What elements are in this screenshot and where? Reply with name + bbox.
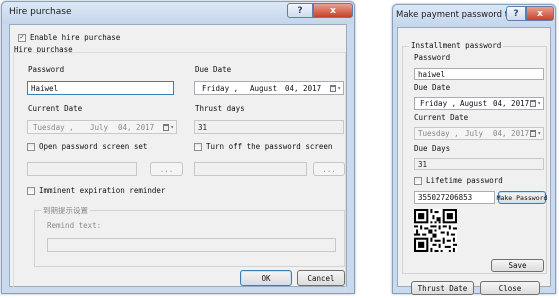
- enable-hire-purchase-label: Enable hire purchase: [30, 33, 121, 42]
- open-password-browse-button: ...: [150, 162, 183, 176]
- save-button[interactable]: Save: [491, 259, 544, 272]
- enable-hire-purchase-checkbox[interactable]: ✓ Enable hire purchase: [18, 33, 120, 42]
- thrust-date-button[interactable]: Thrust Date: [411, 281, 474, 295]
- calendar-icon: [163, 123, 170, 131]
- password-value: Haiwel: [31, 83, 59, 93]
- open-password-screen-label: Open password screen set: [39, 142, 148, 151]
- thrust-days-value: 31: [198, 122, 208, 132]
- due-date-date: 04, 2017: [493, 99, 530, 108]
- checkmark-icon: ✓: [18, 33, 26, 42]
- window-title: Hire purchase: [9, 7, 72, 17]
- thrust-days-label: Thrust days: [195, 104, 245, 113]
- due-date-date: 04, 2017: [285, 83, 322, 93]
- imminent-expiration-checkbox[interactable]: Imminent expiration reminder: [27, 186, 165, 195]
- dialog-client: Installment password Password haiwel Due…: [397, 27, 551, 295]
- due-date-picker[interactable]: Friday , August 04, 2017 ▾: [194, 81, 344, 95]
- current-date-label: Current Date: [28, 104, 83, 113]
- thrust-days-field: 31: [194, 120, 344, 134]
- open-password-path-input: [27, 162, 137, 176]
- current-date-day: Tuesday ,: [33, 122, 74, 132]
- window-title: Make payment password tool: [396, 10, 521, 20]
- due-date-label: Due Date: [414, 83, 451, 92]
- due-days-value: 31: [418, 159, 428, 169]
- calendar-icon: [530, 130, 537, 137]
- due-days-field: 31: [414, 158, 544, 170]
- due-date-day: Friday ,: [420, 99, 457, 108]
- due-date-picker[interactable]: Friday , August 04, 2017 ▾: [414, 97, 544, 110]
- title-bar[interactable]: Make payment password tool ? x: [393, 5, 555, 27]
- close-dialog-button[interactable]: Close: [480, 281, 540, 295]
- current-date-day: Tuesday ,: [418, 129, 459, 138]
- due-date-day: Friday ,: [202, 83, 239, 93]
- cancel-button[interactable]: Cancel: [297, 270, 345, 286]
- password-label: Password: [414, 53, 451, 62]
- calendar-icon: [530, 100, 537, 107]
- due-days-label: Due Days: [414, 144, 451, 153]
- remind-text-label: Remind text:: [47, 221, 102, 230]
- due-date-month: August: [250, 83, 278, 93]
- close-button[interactable]: x: [526, 6, 554, 21]
- imminent-expiration-label: Imminent expiration reminder: [39, 186, 166, 195]
- password-input[interactable]: haiwel: [414, 68, 544, 80]
- calendar-icon: [330, 84, 337, 92]
- password-input[interactable]: Haiwel: [27, 81, 174, 95]
- current-date-label: Current Date: [414, 113, 469, 122]
- turn-off-password-browse-button: ...: [313, 162, 345, 176]
- lifetime-password-checkbox[interactable]: Lifetime password: [414, 176, 503, 185]
- dialog-client: ✓ Enable hire purchase Hire purchase Pas…: [9, 24, 347, 290]
- password-tool-window: Make payment password tool ? x Installme…: [392, 4, 556, 295]
- close-icon: x: [330, 5, 336, 16]
- generated-password-field[interactable]: 355027206853: [414, 191, 495, 204]
- due-date-month: August: [460, 99, 488, 108]
- calendar-dropdown-icon[interactable]: ▾: [330, 84, 341, 92]
- remind-text-input: [47, 238, 336, 252]
- open-password-screen-checkbox[interactable]: Open password screen set: [27, 142, 147, 151]
- current-date-picker: Tuesday , July 04, 2017 ▾: [27, 120, 177, 134]
- due-date-label: Due Date: [195, 65, 232, 74]
- reminder-settings-title: 到期提示设置: [41, 205, 90, 216]
- hire-purchase-window: Hire purchase ? x ✓ Enable hire purchase…: [1, 1, 355, 294]
- title-bar[interactable]: Hire purchase ? x: [2, 2, 354, 24]
- turn-off-password-screen-checkbox[interactable]: Turn off the password screen: [194, 142, 332, 151]
- help-icon: ?: [513, 8, 519, 19]
- close-icon: x: [537, 8, 543, 19]
- help-button[interactable]: ?: [287, 3, 313, 18]
- password-value: haiwel: [418, 69, 446, 79]
- generated-password-value: 355027206853: [418, 193, 473, 202]
- help-icon: ?: [297, 5, 303, 16]
- calendar-dropdown-icon[interactable]: ▾: [530, 100, 541, 107]
- make-password-button[interactable]: Make Password: [497, 191, 547, 204]
- installment-password-title: Installment password: [409, 41, 504, 50]
- current-date-picker: Tuesday , July 04, 2017 ▾: [414, 127, 544, 140]
- turn-off-password-screen-label: Turn off the password screen: [206, 142, 333, 151]
- current-date-date: 04, 2017: [493, 129, 530, 138]
- qr-code: [414, 209, 457, 252]
- calendar-dropdown-icon: ▾: [530, 130, 541, 137]
- password-label: Password: [28, 65, 65, 74]
- lifetime-password-label: Lifetime password: [426, 176, 503, 185]
- current-date-date: 04, 2017: [118, 122, 155, 132]
- calendar-dropdown-icon: ▾: [163, 123, 174, 131]
- turn-off-password-path-input: [194, 162, 307, 176]
- current-date-month: July: [465, 129, 484, 138]
- help-button[interactable]: ?: [506, 6, 526, 21]
- current-date-month: July: [90, 122, 109, 132]
- ok-button[interactable]: OK: [240, 270, 292, 286]
- reminder-settings-group: 到期提示设置 Remind text:: [34, 205, 345, 267]
- close-button[interactable]: x: [313, 3, 353, 18]
